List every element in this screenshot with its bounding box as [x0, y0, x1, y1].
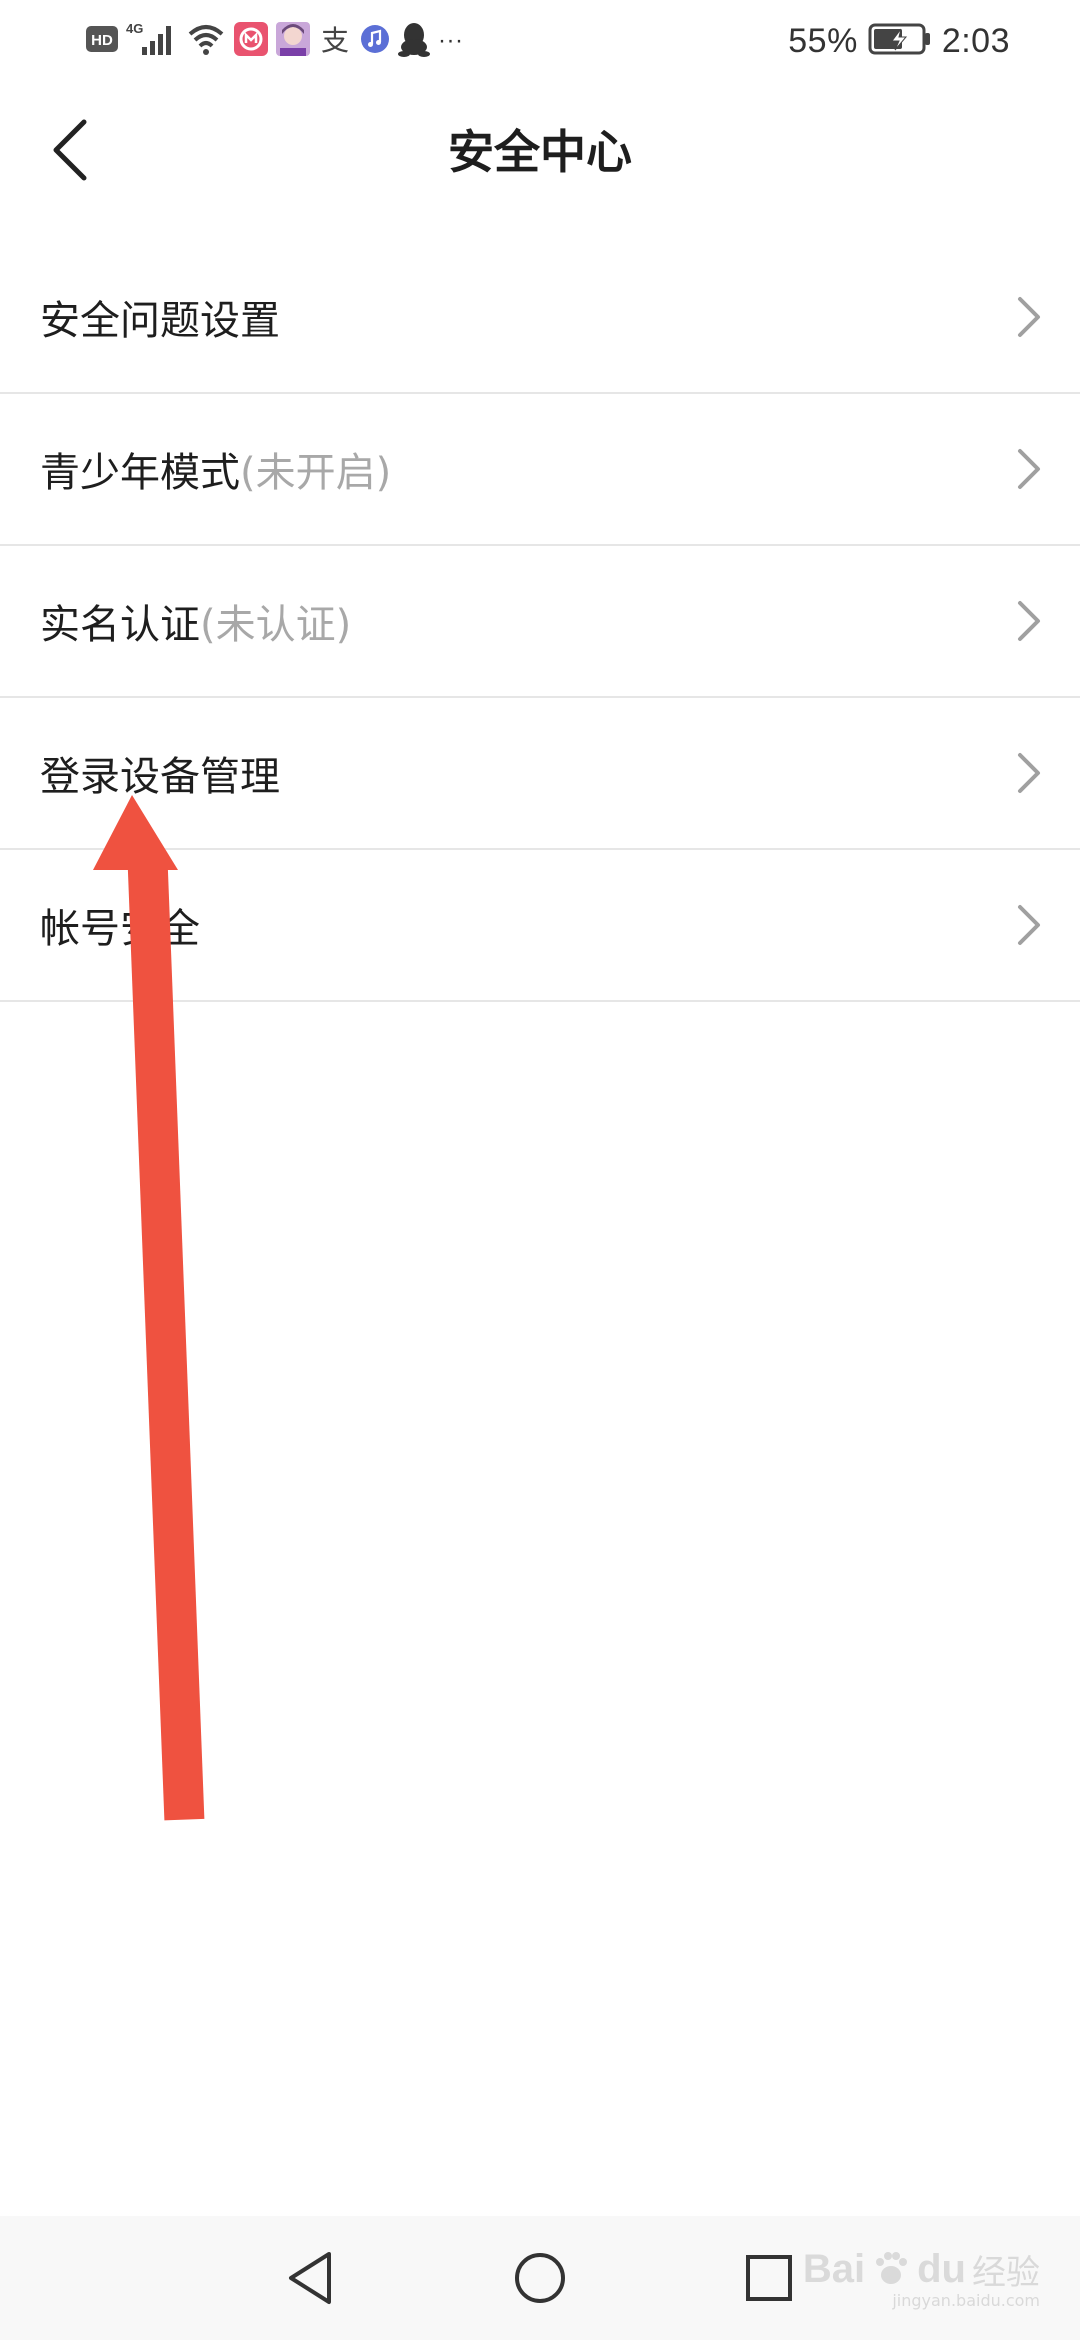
- alipay-char: 支: [321, 24, 349, 56]
- wifi-icon: [186, 22, 226, 60]
- watermark-url: jingyan.baidu.com: [892, 2291, 1040, 2310]
- chevron-right-icon: [1018, 297, 1040, 337]
- battery-percent: 55%: [788, 21, 858, 60]
- status-icons-left: HD 4G 支 ···: [86, 16, 463, 66]
- square-recent-icon: [746, 2255, 792, 2301]
- battery-charging-icon: [868, 22, 932, 60]
- status-icons-right: 55% 2:03: [788, 16, 1010, 66]
- qq-penguin-icon: [398, 21, 430, 61]
- menu-item-label: 青少年模式: [40, 450, 240, 496]
- chevron-right-icon: [1018, 753, 1040, 793]
- watermark-brand: Bai: [802, 2247, 866, 2291]
- menu-item-label: 实名认证: [40, 602, 200, 648]
- nav-home-button[interactable]: [508, 2246, 572, 2310]
- annotation-arrow-shaft: [127, 861, 205, 1821]
- chevron-right-icon: [1018, 601, 1040, 641]
- menu-item-real-name-auth[interactable]: 实名认证 (未认证): [0, 546, 1080, 698]
- menu-item-account-security[interactable]: 帐号安全: [0, 850, 1080, 1002]
- watermark-brand-2: du: [917, 2247, 966, 2291]
- page-title: 安全中心: [448, 125, 632, 179]
- menu-item-label: 帐号安全: [40, 906, 200, 952]
- hd-badge-icon: HD: [86, 24, 118, 58]
- chevron-right-icon: [1018, 449, 1040, 489]
- more-notifications-icon: ···: [438, 27, 464, 54]
- screen: HD 4G 支 ··· 55% 2:03 安全中心 安全问题设置 青少年模式 (…: [0, 0, 1080, 2340]
- status-bar: HD 4G 支 ··· 55% 2:03: [0, 0, 1080, 82]
- chevron-right-icon: [1018, 905, 1040, 945]
- paw-icon: [871, 2248, 911, 2292]
- menu-item-status: (未开启): [240, 450, 392, 496]
- menu-item-login-devices[interactable]: 登录设备管理: [0, 698, 1080, 850]
- menu-item-label: 安全问题设置: [40, 298, 280, 344]
- menu-item-security-question[interactable]: 安全问题设置: [0, 242, 1080, 394]
- top-app-bar: 安全中心: [0, 92, 1080, 212]
- menu-item-label: 登录设备管理: [40, 754, 280, 800]
- settings-list: 安全问题设置 青少年模式 (未开启) 实名认证 (未认证) 登录设备管理 帐号安…: [0, 242, 1080, 1002]
- watermark-suffix: 经验: [972, 2253, 1040, 2293]
- hd-badge-text: HD: [91, 32, 113, 49]
- anime-avatar-icon: [276, 22, 310, 60]
- nav-back-button[interactable]: [278, 2246, 342, 2310]
- baidu-jingyan-watermark: Bai du 经验 jingyan.baidu.com: [802, 2245, 1040, 2310]
- clock-time: 2:03: [941, 21, 1010, 60]
- alipay-icon: 支: [318, 22, 352, 60]
- cellular-signal-icon: 4G: [126, 21, 178, 61]
- system-nav-bar: Bai du 经验 jingyan.baidu.com: [0, 2216, 1080, 2340]
- nav-recent-button[interactable]: [737, 2246, 801, 2310]
- circle-home-icon: [515, 2253, 565, 2303]
- triangle-back-icon: [289, 2252, 331, 2304]
- app-notification-icon: [234, 22, 268, 60]
- network-type-text: 4G: [126, 21, 143, 36]
- menu-item-teen-mode[interactable]: 青少年模式 (未开启): [0, 394, 1080, 546]
- music-icon: [360, 24, 390, 58]
- menu-item-status: (未认证): [200, 602, 352, 648]
